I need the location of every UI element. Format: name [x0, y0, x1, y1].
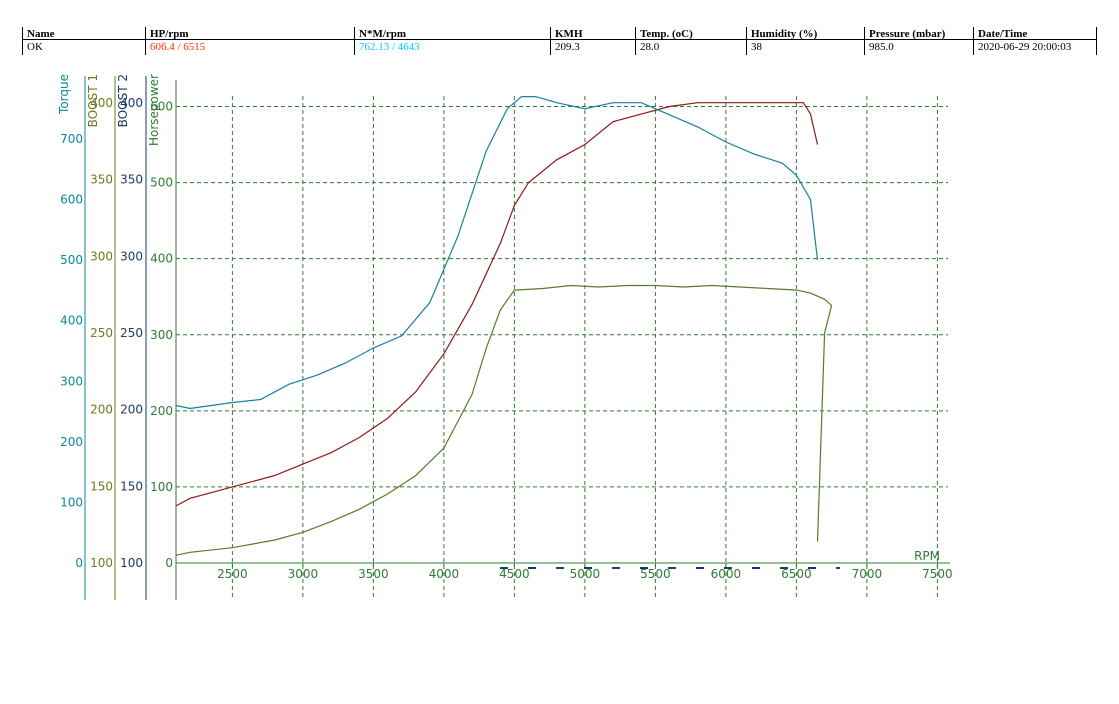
y-tick-label: 200	[60, 435, 83, 449]
y-tick-label: 350	[90, 173, 113, 187]
x-tick-label: 2500	[217, 567, 248, 581]
series-line-boost-1	[175, 284, 833, 556]
y-tick-label: 100	[150, 480, 173, 494]
x-tick-label: 6000	[711, 567, 742, 581]
y-tick-label: 600	[60, 193, 83, 207]
y-tick-label: 300	[90, 249, 113, 263]
x-tick-label: 7500	[922, 567, 953, 581]
y-tick-label: 350	[120, 173, 143, 187]
x-tick-label: 6500	[781, 567, 812, 581]
y-tick-label: 500	[60, 253, 83, 267]
y-tick-label: 100	[90, 556, 113, 570]
y-tick-label: 0	[75, 556, 83, 570]
y-axis-label: Torque	[57, 74, 71, 115]
y-tick-label: 200	[120, 403, 143, 417]
y-tick-label: 250	[90, 326, 113, 340]
y-tick-label: 500	[150, 176, 173, 190]
y-tick-label: 400	[90, 96, 113, 110]
y-tick-label: 400	[120, 96, 143, 110]
dyno-chart: 2500 3000 3500 4000 4500 5000 5500 6000 6500 7000…	[57, 74, 953, 600]
x-axis-label: RPM	[914, 549, 940, 563]
y-tick-label: 600	[150, 100, 173, 114]
y-tick-label: 100	[120, 556, 143, 570]
x-tick-label: 7000	[852, 567, 883, 581]
y-tick-label: 700	[60, 132, 83, 146]
y-tick-label: 150	[120, 479, 143, 493]
y-tick-label: 300	[60, 374, 83, 388]
series-line-horsepower	[175, 102, 819, 507]
y-tick-label: 200	[90, 403, 113, 417]
y-tick-label: 150	[90, 479, 113, 493]
series-line-torque	[175, 95, 819, 410]
x-tick-label: 5500	[640, 567, 671, 581]
y-tick-label: 250	[120, 326, 143, 340]
x-tick-label: 3500	[358, 567, 389, 581]
y-tick-label: 200	[150, 404, 173, 418]
y-tick-label: 300	[150, 328, 173, 342]
y-tick-label: 400	[150, 252, 173, 266]
x-tick-label: 3000	[288, 567, 319, 581]
x-tick-label: 4500	[499, 567, 530, 581]
y-tick-label: 300	[120, 249, 143, 263]
y-tick-label: 400	[60, 314, 83, 328]
x-tick-label: 4000	[429, 567, 460, 581]
y-tick-label: 100	[60, 495, 83, 509]
y-tick-label: 0	[165, 556, 173, 570]
x-tick-label: 5000	[570, 567, 601, 581]
